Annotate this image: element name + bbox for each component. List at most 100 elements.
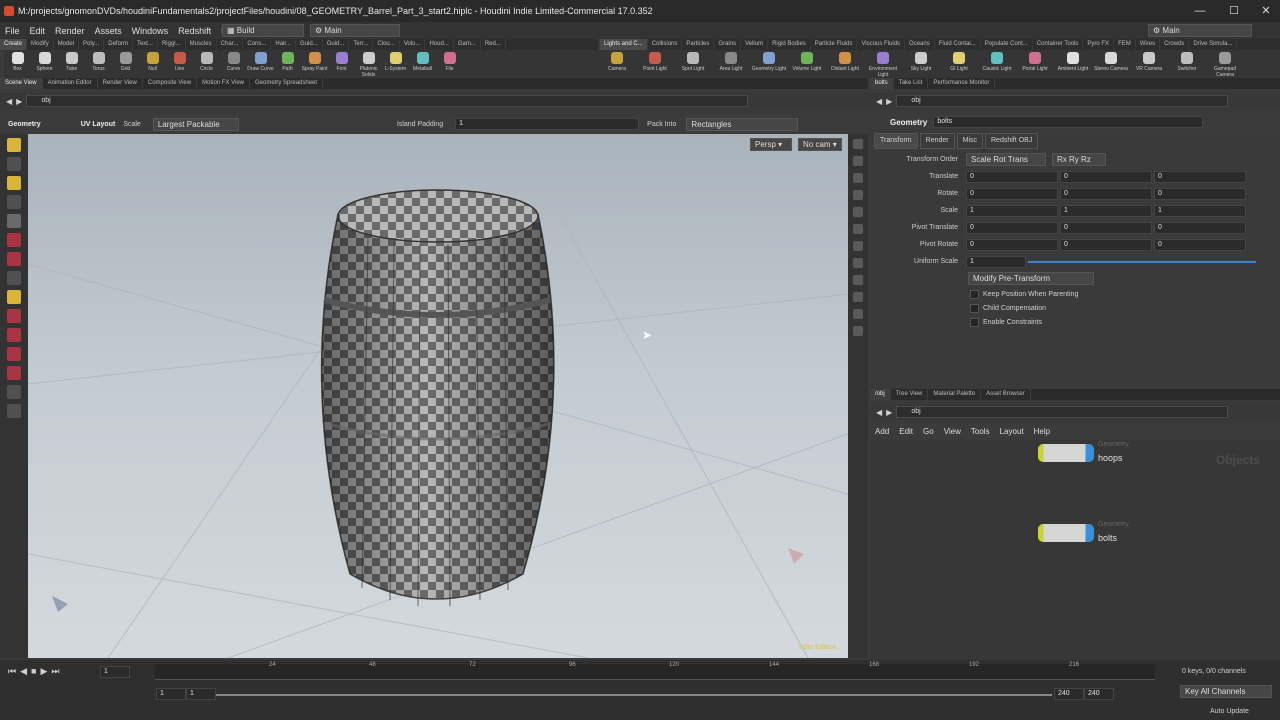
range-slider[interactable] xyxy=(216,694,1052,696)
node-name-field[interactable]: bolts xyxy=(933,116,1204,128)
shelf-tool-geometry-light[interactable]: Geometry Light xyxy=(750,50,788,78)
shelf-tool-l-system[interactable]: L-System xyxy=(382,50,409,78)
shelf-tool-grid[interactable]: Grid xyxy=(112,50,139,78)
shelf-tool-distant-light[interactable]: Distant Light xyxy=(826,50,864,78)
lock-icon[interactable] xyxy=(7,404,21,418)
param-value-field[interactable]: 0 xyxy=(1154,170,1246,183)
current-frame-field[interactable]: 1 xyxy=(100,666,130,678)
node-body[interactable] xyxy=(1038,524,1094,542)
network-menu-item[interactable]: Go xyxy=(918,427,939,436)
menu-assets[interactable]: Assets xyxy=(90,26,127,36)
shelf-tool-gi-light[interactable]: GI Light xyxy=(940,50,978,78)
uniform-scale-field[interactable]: 1 xyxy=(966,255,1026,268)
camera-menu[interactable]: No cam ▾ xyxy=(798,138,842,151)
camera-icon[interactable] xyxy=(7,385,21,399)
view-icon[interactable] xyxy=(7,195,21,209)
param-subtab[interactable]: Transform xyxy=(874,133,918,149)
snap-icon[interactable] xyxy=(7,328,21,342)
rotate-icon[interactable] xyxy=(7,252,21,266)
network-menu-item[interactable]: Tools xyxy=(966,427,995,436)
jump-end-icon[interactable]: ⏭ xyxy=(51,666,59,677)
param-value-field[interactable]: 1 xyxy=(1154,204,1246,217)
forward-arrow-icon[interactable]: ▶ xyxy=(886,408,892,417)
jump-start-icon[interactable]: ⏮ xyxy=(8,666,16,677)
move-icon[interactable] xyxy=(7,157,21,171)
shelf-tab[interactable]: Viscous Fluids xyxy=(857,39,906,50)
viewer-tab[interactable]: Animation Editor xyxy=(43,78,98,89)
stop-icon[interactable]: ■ xyxy=(31,666,36,677)
network-editor[interactable]: Objects Geometry hoops Geometry bolts xyxy=(870,440,1280,660)
param-pane-tab[interactable]: bolts xyxy=(870,78,894,89)
display-option-icon[interactable] xyxy=(853,173,863,183)
shelf-tool-box[interactable]: Box xyxy=(4,50,31,78)
shelf-tool-volume-light[interactable]: Volume Light xyxy=(788,50,826,78)
display-option-icon[interactable] xyxy=(853,190,863,200)
param-path-field[interactable]: obj xyxy=(896,95,1229,107)
shelf-tool-null[interactable]: Null xyxy=(139,50,166,78)
shelf-tab[interactable]: Crowds xyxy=(1160,39,1190,50)
modify-pretransform-button[interactable]: Modify Pre-Transform xyxy=(968,272,1094,285)
3d-viewport[interactable]: Persp ▾ No cam ▾ Indie Edition ➤ xyxy=(28,134,848,658)
scale-icon[interactable] xyxy=(7,271,21,285)
shelf-tool-sky-light[interactable]: Sky Light xyxy=(902,50,940,78)
playback-end-field[interactable]: 240 xyxy=(1054,688,1084,700)
back-arrow-icon[interactable]: ◀ xyxy=(876,408,882,417)
back-arrow-icon[interactable]: ◀ xyxy=(876,97,882,106)
checkbox[interactable] xyxy=(970,317,979,327)
shelf-tool-metaball[interactable]: Metaball xyxy=(409,50,436,78)
param-pane-tab[interactable]: Performance Monitor xyxy=(928,78,996,89)
shelf-tab[interactable]: Rigid Bodies xyxy=(768,39,811,50)
shelf-tool-curve[interactable]: Curve xyxy=(220,50,247,78)
menu-edit[interactable]: Edit xyxy=(25,26,51,36)
param-subtab[interactable]: Redshift OBJ xyxy=(985,133,1039,149)
shelf-tool-circle[interactable]: Circle xyxy=(193,50,220,78)
param-value-field[interactable]: 0 xyxy=(1060,221,1152,234)
viewer-tab[interactable]: Motion FX View xyxy=(197,78,251,89)
context-label[interactable]: Geometry xyxy=(8,121,41,128)
shelf-tool-tube[interactable]: Tube xyxy=(58,50,85,78)
network-menu-item[interactable]: Edit xyxy=(894,427,918,436)
shelf-tool-sphere[interactable]: Sphere xyxy=(31,50,58,78)
minimize-button[interactable]: — xyxy=(1184,0,1216,22)
param-pane-tab[interactable]: Take List xyxy=(894,78,929,89)
node-body[interactable] xyxy=(1038,444,1094,462)
shelf-tab[interactable]: Particles xyxy=(682,39,715,50)
shelf-tab[interactable]: Model xyxy=(54,39,80,50)
island-padding-field[interactable]: 1 xyxy=(455,118,640,130)
shelf-tool-portal-light[interactable]: Portal Light xyxy=(1016,50,1054,78)
display-option-icon[interactable] xyxy=(853,326,863,336)
shelf-tab[interactable]: Wires xyxy=(1136,39,1161,50)
shelf-tab[interactable]: Vellum xyxy=(741,39,769,50)
forward-arrow-icon[interactable]: ▶ xyxy=(16,97,22,106)
select-icon[interactable] xyxy=(7,138,21,152)
shelf-tab[interactable]: Muscles xyxy=(186,39,217,50)
shelf-tab[interactable]: Drive Simula... xyxy=(1189,39,1238,50)
shelf-tab[interactable]: Particle Fluids xyxy=(811,39,858,50)
param-value-field[interactable]: 1 xyxy=(1060,204,1152,217)
param-value-field[interactable]: 0 xyxy=(1060,238,1152,251)
shelf-tool-environment-light[interactable]: Environment Light xyxy=(864,50,902,78)
shelf-tab[interactable]: Char... xyxy=(217,39,244,50)
shelf-tab[interactable]: Poly... xyxy=(79,39,105,50)
handle-icon[interactable] xyxy=(7,176,21,190)
network-menu-item[interactable]: Layout xyxy=(995,427,1029,436)
shelf-tool-stereo-camera[interactable]: Stereo Camera xyxy=(1092,50,1130,78)
step-back-icon[interactable]: ◀ xyxy=(20,666,27,677)
right-desk-select[interactable]: ⚙ Main xyxy=(1148,24,1252,37)
checkbox[interactable] xyxy=(970,289,979,299)
shelf-tool-point-light[interactable]: Point Light xyxy=(636,50,674,78)
param-checkbox-row[interactable]: Keep Position When Parenting xyxy=(870,287,1280,301)
shelf-tab[interactable]: Collisions xyxy=(648,39,683,50)
network-pane-tab[interactable]: /obj xyxy=(870,389,891,400)
network-menu-item[interactable]: Add xyxy=(870,427,894,436)
param-checkbox-row[interactable]: Child Compensation xyxy=(870,301,1280,315)
range-start-field[interactable]: 1 xyxy=(156,688,186,700)
shelf-tool-spot-light[interactable]: Spot Light xyxy=(674,50,712,78)
display-option-icon[interactable] xyxy=(853,309,863,319)
shelf-tool-switcher[interactable]: Switcher xyxy=(1168,50,1206,78)
scale-dropdown[interactable]: Largest Packable xyxy=(152,117,239,131)
shelf-tab[interactable]: Populate Cont... xyxy=(981,39,1033,50)
shelf-tab[interactable]: FEM xyxy=(1114,39,1136,50)
param-value-field[interactable]: 0 xyxy=(1060,170,1152,183)
param-value-field[interactable]: 0 xyxy=(966,238,1058,251)
